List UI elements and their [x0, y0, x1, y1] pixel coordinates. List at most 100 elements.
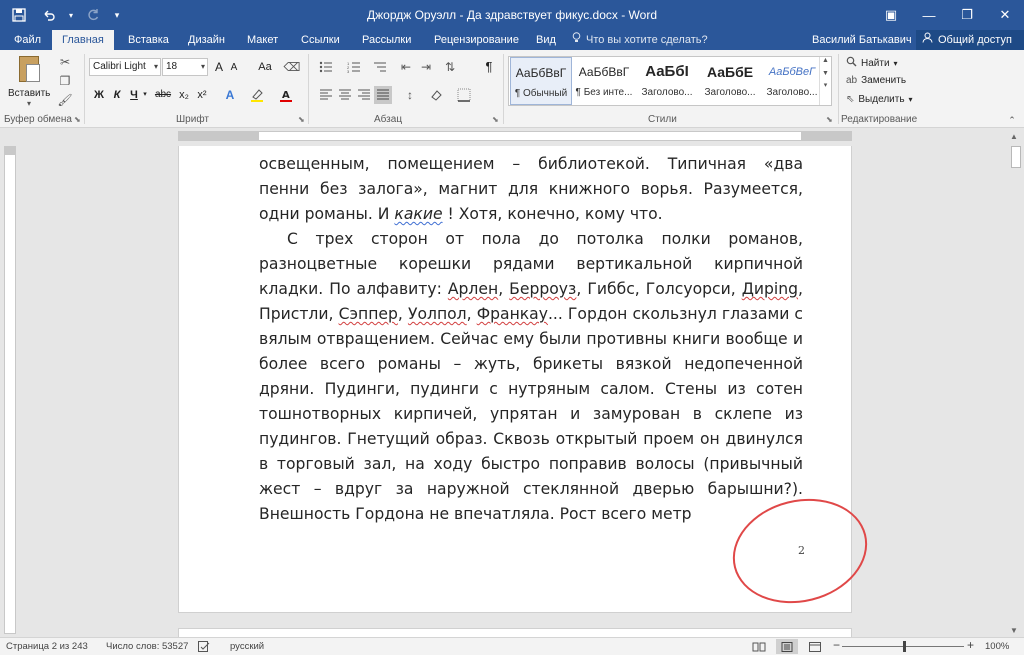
- chevron-down-icon[interactable]: ▼: [820, 70, 831, 77]
- emphasized-word: какие: [394, 205, 443, 223]
- font-color-icon[interactable]: A: [278, 87, 294, 103]
- tab-view[interactable]: Вид: [526, 30, 566, 50]
- chevron-down-icon[interactable]: ▾: [141, 86, 149, 104]
- style-heading-3[interactable]: АаБбВеГ Заголово...: [761, 57, 823, 105]
- underline-button[interactable]: Ч: [127, 86, 141, 104]
- ribbon-options-icon[interactable]: ▣: [872, 0, 910, 30]
- highlight-icon[interactable]: [249, 87, 265, 103]
- bold-button[interactable]: Ж: [91, 86, 107, 104]
- change-case-button[interactable]: Aa: [254, 58, 276, 76]
- styles-group-label: Стили: [648, 114, 677, 125]
- align-right-icon[interactable]: [356, 87, 372, 103]
- more-styles-icon[interactable]: ▾: [820, 81, 831, 89]
- proofing-icon[interactable]: [198, 641, 210, 655]
- scroll-down-icon[interactable]: ▼: [1010, 626, 1018, 635]
- clear-formatting-icon[interactable]: ⌫: [284, 59, 301, 75]
- group-separator: [838, 54, 839, 124]
- zoom-in-button[interactable]: +: [967, 638, 974, 652]
- language-indicator[interactable]: русский: [230, 641, 264, 652]
- style-heading-1[interactable]: АаБбI Заголово...: [636, 57, 698, 105]
- styles-launcher-icon[interactable]: ⬊: [826, 115, 833, 124]
- zoom-out-button[interactable]: −: [833, 638, 840, 652]
- page-indicator[interactable]: Страница 2 из 243: [6, 641, 88, 652]
- text-run: ! Хотя, конечно, кому что.: [442, 205, 663, 223]
- subscript-button[interactable]: x₂: [176, 86, 192, 104]
- print-layout-icon[interactable]: [776, 639, 798, 654]
- style-normal[interactable]: АаБбВвГ ¶ Обычный: [510, 57, 572, 105]
- text-effects-icon[interactable]: A: [222, 87, 238, 103]
- decrease-indent-icon[interactable]: ⇤: [398, 59, 414, 75]
- shading-icon[interactable]: [428, 87, 444, 103]
- redo-icon[interactable]: [80, 4, 106, 26]
- scroll-thumb[interactable]: [1011, 146, 1021, 168]
- styles-scroll[interactable]: ▲ ▼ ▾: [819, 57, 831, 105]
- tab-insert[interactable]: Вставка: [118, 30, 179, 50]
- paste-button[interactable]: Вставить ▾: [8, 54, 50, 110]
- font-size-combo[interactable]: 18 ▾: [162, 58, 208, 76]
- style-no-spacing[interactable]: АаБбВвГ ¶ Без инте...: [573, 57, 635, 105]
- collapse-ribbon-icon[interactable]: ⌃: [1004, 112, 1020, 128]
- close-button[interactable]: ✕: [986, 0, 1024, 30]
- numbering-icon[interactable]: 123: [346, 59, 362, 75]
- strikethrough-button[interactable]: abc: [152, 86, 174, 104]
- scroll-up-icon[interactable]: ▲: [1010, 132, 1018, 141]
- align-center-icon[interactable]: [337, 87, 353, 103]
- proper-noun: Сэппер: [338, 305, 398, 323]
- justify-icon[interactable]: [374, 86, 392, 104]
- grow-font-button[interactable]: A: [212, 58, 226, 76]
- zoom-slider-thumb[interactable]: [903, 641, 906, 652]
- tab-file[interactable]: Файл: [4, 30, 51, 50]
- svg-text:A: A: [282, 90, 290, 101]
- minimize-button[interactable]: —: [910, 0, 948, 30]
- shrink-font-button[interactable]: A: [228, 59, 240, 77]
- customize-toolbar-icon[interactable]: ▾: [110, 4, 124, 26]
- save-icon[interactable]: [6, 4, 32, 26]
- group-separator: [84, 54, 85, 124]
- chevron-up-icon[interactable]: ▲: [820, 57, 831, 64]
- read-mode-icon[interactable]: [748, 639, 770, 654]
- vertical-scrollbar[interactable]: ▲ ▼: [1008, 128, 1024, 639]
- tab-home[interactable]: Главная: [52, 30, 114, 50]
- borders-icon[interactable]: [456, 87, 472, 103]
- font-name-combo[interactable]: Calibri Light ▾: [89, 58, 161, 76]
- replace-button[interactable]: ab Заменить: [846, 75, 906, 86]
- undo-icon[interactable]: [36, 4, 62, 26]
- tab-layout[interactable]: Макет: [237, 30, 288, 50]
- ribbon-tab-bar: Файл Главная Вставка Дизайн Макет Ссылки…: [0, 30, 1024, 50]
- sort-icon[interactable]: ⇅: [442, 59, 458, 75]
- vertical-ruler[interactable]: [4, 146, 16, 634]
- line-spacing-icon[interactable]: ↕: [402, 87, 418, 103]
- find-button[interactable]: Найти ▾: [846, 56, 898, 70]
- tab-review[interactable]: Рецензирование: [424, 30, 529, 50]
- select-button[interactable]: ⇖ Выделить ▾: [846, 94, 913, 105]
- word-count[interactable]: Число слов: 53527: [106, 641, 188, 652]
- superscript-button[interactable]: x²: [194, 86, 210, 104]
- web-layout-icon[interactable]: [804, 639, 826, 654]
- undo-dropdown-icon[interactable]: ▾: [66, 4, 76, 26]
- multilevel-list-icon[interactable]: [372, 59, 388, 75]
- paragraph-launcher-icon[interactable]: ⬊: [492, 115, 499, 124]
- increase-indent-icon[interactable]: ⇥: [418, 59, 434, 75]
- align-left-icon[interactable]: [318, 87, 334, 103]
- font-launcher-icon[interactable]: ⬊: [298, 115, 305, 124]
- show-marks-button[interactable]: ¶: [482, 58, 496, 76]
- ruler-strip: [178, 131, 852, 141]
- restore-button[interactable]: ❐: [948, 0, 986, 30]
- user-name[interactable]: Василий Батькавич: [812, 30, 912, 50]
- zoom-level[interactable]: 100%: [985, 641, 1009, 652]
- share-button[interactable]: Общий доступ: [916, 30, 1024, 50]
- document-body[interactable]: освещенным, помещением – библиотекой. Ти…: [259, 152, 803, 527]
- copy-icon[interactable]: ❐: [57, 73, 73, 89]
- horizontal-ruler[interactable]: [0, 128, 1024, 144]
- bullets-icon[interactable]: [318, 59, 334, 75]
- tab-references[interactable]: Ссылки: [291, 30, 350, 50]
- chevron-down-icon: ▾: [893, 58, 898, 68]
- clipboard-launcher-icon[interactable]: ⬊: [74, 115, 81, 124]
- italic-button[interactable]: К: [110, 86, 124, 104]
- tell-me-box[interactable]: Что вы хотите сделать?: [572, 30, 708, 50]
- tab-design[interactable]: Дизайн: [178, 30, 235, 50]
- style-heading-2[interactable]: АаБбЕ Заголово...: [699, 57, 761, 105]
- tab-mailings[interactable]: Рассылки: [352, 30, 421, 50]
- cut-icon[interactable]: ✂: [57, 54, 73, 70]
- format-painter-icon[interactable]: 🖌: [57, 92, 73, 108]
